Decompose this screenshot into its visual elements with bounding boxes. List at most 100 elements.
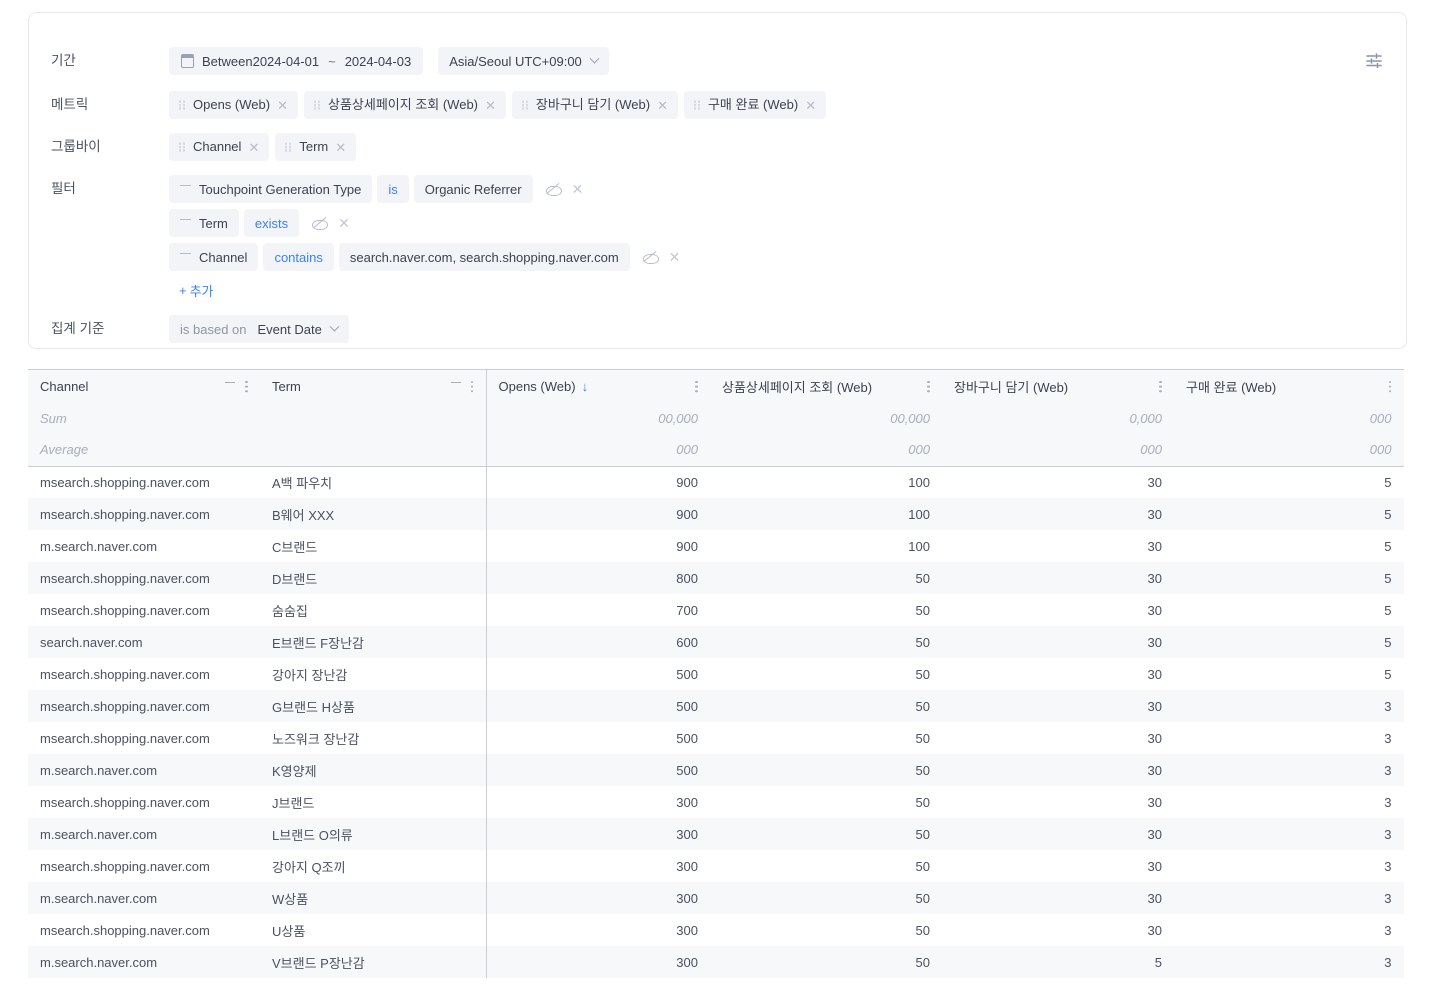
timezone-select[interactable]: Asia/Seoul UTC+09:00	[438, 47, 609, 75]
remove-icon[interactable]: ✕	[335, 141, 346, 154]
table-row[interactable]: search.naver.com E브랜드 F장난감 600 50 30 5	[28, 626, 1404, 658]
drag-handle-icon[interactable]	[179, 99, 186, 111]
start-date-value[interactable]: 2024-04-01	[253, 54, 320, 69]
eye-off-icon[interactable]	[642, 249, 659, 265]
metric-chip[interactable]: 구매 완료 (Web) ✕	[683, 91, 827, 119]
column-filter-icon[interactable]	[225, 381, 235, 391]
column-menu-icon[interactable]	[470, 380, 474, 393]
table-row[interactable]: msearch.shopping.naver.com J브랜드 300 50 30 3	[28, 786, 1404, 818]
purchase-cell: 3	[1174, 786, 1404, 818]
term-cell: E브랜드 F장난감	[260, 626, 487, 658]
sliders-icon[interactable]	[1364, 50, 1384, 70]
term-cell: U상품	[260, 914, 487, 946]
date-range-picker[interactable]: Between 2024-04-01 ~ 2024-04-03	[169, 47, 424, 75]
purchase: 3	[1384, 858, 1392, 874]
filter-field-select[interactable]: Touchpoint Generation Type	[169, 175, 373, 203]
column-menu-icon[interactable]	[927, 380, 930, 393]
table-row[interactable]: msearch.shopping.naver.com U상품 300 50 30 3	[28, 914, 1404, 946]
cart-cell: 30	[942, 562, 1174, 594]
table-row[interactable]: m.search.naver.com K영양제 500 50 30 3	[28, 754, 1404, 786]
aggregation-basis-select[interactable]: is based on Event Date	[169, 315, 349, 343]
drag-handle-icon[interactable]	[285, 141, 292, 153]
column-menu-icon[interactable]	[1388, 380, 1392, 393]
table-row[interactable]: msearch.shopping.naver.com B웨어 XXX 900 100 3…	[28, 498, 1404, 530]
end-date-value[interactable]: 2024-04-03	[345, 54, 412, 69]
pdp: 50	[915, 922, 930, 938]
groupby-chip[interactable]: Term ✕	[275, 133, 357, 161]
aggregate-row-sum: Sum 00,000 00,000 0,000 000	[28, 402, 1404, 434]
column-menu-icon[interactable]	[695, 380, 698, 393]
channel-cell: msearch.shopping.naver.com	[28, 850, 260, 882]
pdp: 50	[915, 698, 930, 714]
column-header-channel[interactable]: Channel	[28, 370, 260, 402]
eye-off-icon[interactable]	[311, 215, 329, 231]
table-row[interactable]: msearch.shopping.naver.com D브랜드 800 50 30 5	[28, 562, 1404, 594]
column-header-opens[interactable]: Opens (Web) ↓	[486, 370, 710, 402]
remove-filter-icon[interactable]: ✕	[338, 216, 350, 230]
remove-icon[interactable]: ✕	[657, 99, 668, 112]
table-row[interactable]: msearch.shopping.naver.com 강아지 Q조끼 300 50 30…	[28, 850, 1404, 882]
remove-filter-icon[interactable]: ✕	[572, 182, 584, 196]
table-row[interactable]: m.search.naver.com W상품 300 50 30 3	[28, 882, 1404, 914]
add-filter-button[interactable]: + 추가	[179, 281, 214, 300]
column-header-term[interactable]: Term	[260, 370, 487, 402]
filter-field-select[interactable]: Channel	[169, 243, 259, 271]
filter-field-select[interactable]: Term	[169, 209, 239, 237]
term-cell: K영양제	[260, 754, 487, 786]
column-menu-icon[interactable]	[245, 380, 248, 393]
filter-operator-select[interactable]: is	[377, 175, 409, 203]
sort-descending-icon[interactable]: ↓	[582, 380, 589, 393]
drag-handle-icon[interactable]	[313, 99, 321, 111]
table-row[interactable]: m.search.naver.com C브랜드 900 100 30 5	[28, 530, 1404, 562]
pdp: 50	[915, 570, 930, 586]
purchase: 5	[1384, 474, 1392, 490]
cart: 30	[1147, 666, 1162, 682]
channel-cell: msearch.shopping.naver.com	[28, 498, 260, 530]
channel: msearch.shopping.naver.com	[40, 730, 210, 746]
column-header-purchase[interactable]: 구매 완료 (Web)	[1174, 370, 1404, 402]
filter-value-input[interactable]: Organic Referrer	[413, 175, 533, 203]
period-label: 기간	[51, 53, 76, 68]
drag-handle-icon[interactable]	[179, 141, 186, 153]
table-row[interactable]: m.search.naver.com V브랜드 P장난감 300 50 5 3	[28, 946, 1404, 978]
remove-icon[interactable]: ✕	[805, 99, 816, 112]
table-row[interactable]: msearch.shopping.naver.com 노즈워크 장난감 500 50 3…	[28, 722, 1404, 754]
aggregate-value: 00,000	[658, 410, 698, 426]
metric-chip[interactable]: 장바구니 담기 (Web) ✕	[511, 91, 678, 119]
remove-icon[interactable]: ✕	[485, 99, 496, 112]
remove-icon[interactable]: ✕	[248, 141, 259, 154]
purchase-cell: 5	[1174, 530, 1404, 562]
channel-cell: msearch.shopping.naver.com	[28, 722, 260, 754]
results-table-container[interactable]: Channel Term Opens (Web) ↓ 상품상세페이지 조회 (W…	[28, 369, 1404, 978]
cart-cell: 30	[942, 818, 1174, 850]
aggregate-value-cell: 000	[486, 434, 710, 467]
drag-handle-icon[interactable]	[521, 99, 529, 111]
column-filter-icon[interactable]	[450, 381, 461, 391]
term-cell: 강아지 장난감	[260, 658, 487, 690]
filter-operator-label: is	[388, 181, 398, 197]
column-header-pdp[interactable]: 상품상세페이지 조회 (Web)	[710, 370, 942, 402]
eye-off-icon[interactable]	[545, 181, 562, 197]
table-row[interactable]: m.search.naver.com L브랜드 O의류 300 50 30 3	[28, 818, 1404, 850]
term: 강아지 장난감	[272, 667, 348, 683]
metric-chip[interactable]: Opens (Web) ✕	[169, 91, 298, 119]
filter-value-input[interactable]: search.naver.com, search.shopping.naver.…	[338, 243, 630, 271]
column-menu-icon[interactable]	[1159, 380, 1162, 393]
table-row[interactable]: msearch.shopping.naver.com 강아지 장난감 500 50 30…	[28, 658, 1404, 690]
date-mode-label: Between	[202, 53, 253, 69]
channel: m.search.naver.com	[40, 890, 158, 906]
table-row[interactable]: msearch.shopping.naver.com A백 파우치 900 100 30…	[28, 466, 1404, 498]
remove-filter-icon[interactable]: ✕	[669, 250, 681, 264]
term-cell: D브랜드	[260, 562, 487, 594]
drag-handle-icon[interactable]	[693, 99, 701, 111]
metric-chip[interactable]: 상품상세페이지 조회 (Web) ✕	[303, 91, 506, 119]
column-header-cart[interactable]: 장바구니 담기 (Web)	[942, 370, 1174, 402]
groupby-chip[interactable]: Channel ✕	[169, 133, 270, 161]
filter-operator-select[interactable]: contains	[263, 243, 334, 271]
table-row[interactable]: msearch.shopping.naver.com G브랜드 H상품 500 50 3…	[28, 690, 1404, 722]
pdp-cell: 50	[710, 722, 942, 754]
opens-cell: 300	[486, 914, 710, 946]
filter-operator-select[interactable]: exists	[243, 209, 300, 237]
table-row[interactable]: msearch.shopping.naver.com 숨숨집 700 50 30 5	[28, 594, 1404, 626]
remove-icon[interactable]: ✕	[277, 99, 288, 112]
